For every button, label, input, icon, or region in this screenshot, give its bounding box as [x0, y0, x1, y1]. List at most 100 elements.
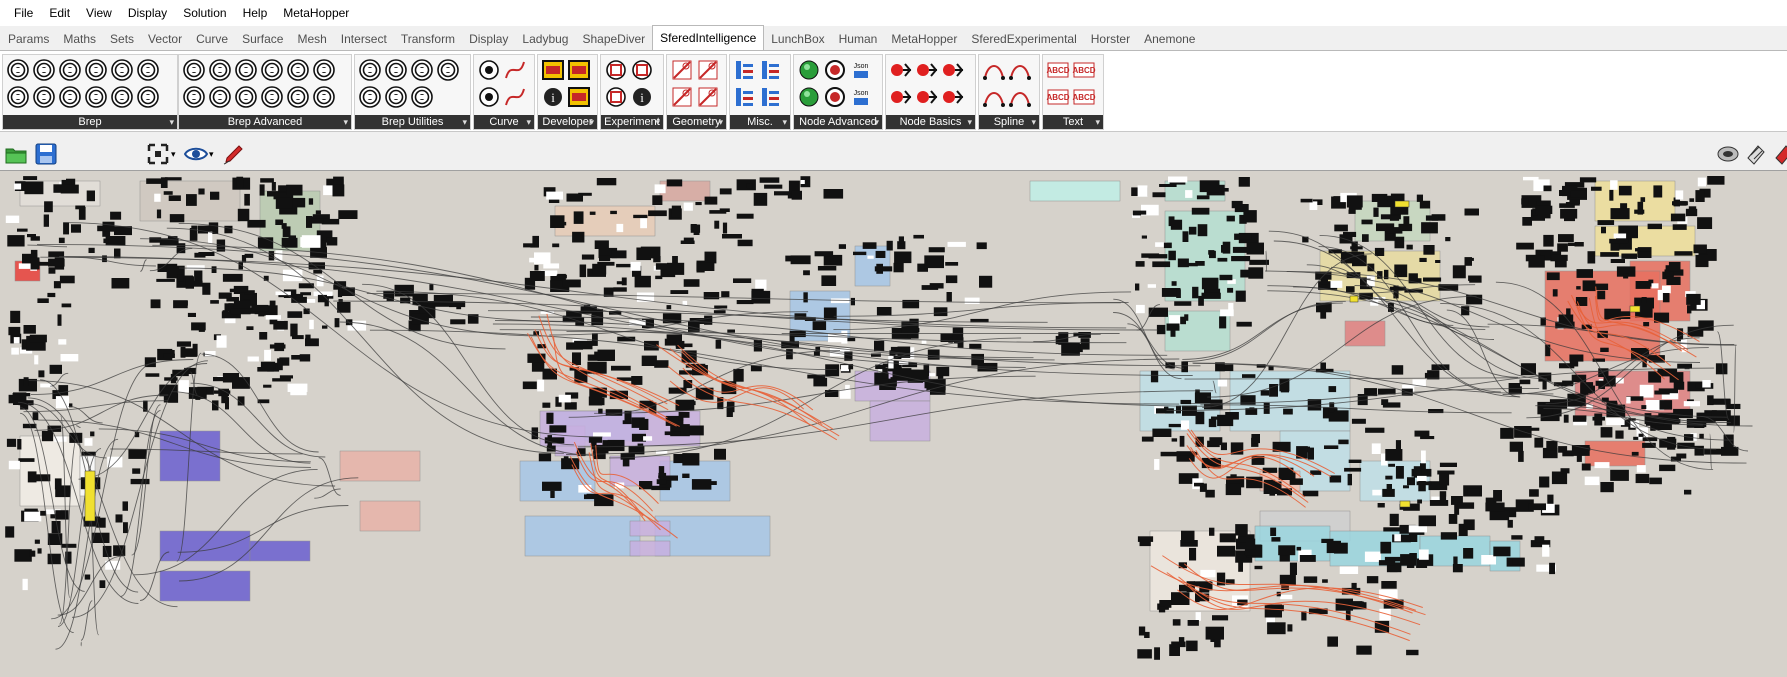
- component-node[interactable]: [979, 275, 993, 288]
- component-node[interactable]: [23, 325, 36, 334]
- component-node[interactable]: [1609, 189, 1614, 201]
- component-node[interactable]: [1132, 210, 1142, 216]
- component-node[interactable]: [111, 278, 130, 289]
- component-node[interactable]: [222, 273, 243, 282]
- canvas-drawing[interactable]: [0, 171, 1787, 677]
- component-node[interactable]: [1232, 246, 1250, 253]
- component-node[interactable]: [71, 224, 81, 233]
- menu-help[interactable]: Help: [235, 0, 276, 26]
- component-node[interactable]: [1322, 579, 1328, 583]
- component-node[interactable]: [764, 184, 783, 189]
- component-node[interactable]: [876, 307, 892, 316]
- component-node[interactable]: [1181, 530, 1195, 543]
- component-node[interactable]: [542, 402, 551, 408]
- component-node[interactable]: [1610, 469, 1629, 481]
- component-node[interactable]: [1595, 283, 1609, 290]
- component-node[interactable]: [1659, 400, 1673, 410]
- spline-component-icon[interactable]: [1008, 85, 1032, 109]
- component-node[interactable]: [733, 368, 744, 382]
- component-node[interactable]: [1539, 476, 1550, 488]
- component-node[interactable]: [593, 432, 611, 437]
- component-node[interactable]: [1406, 649, 1419, 656]
- component-node[interactable]: [1141, 436, 1154, 442]
- text-component-icon[interactable]: ABCD: [1046, 58, 1070, 82]
- component-node[interactable]: [1618, 185, 1632, 196]
- component-node[interactable]: [30, 257, 40, 270]
- component-node[interactable]: [1205, 489, 1215, 498]
- component-node[interactable]: [682, 473, 690, 478]
- component-node[interactable]: [1320, 279, 1329, 285]
- component-node[interactable]: [1140, 210, 1147, 215]
- component-node[interactable]: [145, 373, 160, 377]
- component-node[interactable]: [736, 213, 754, 219]
- component-node[interactable]: [589, 211, 596, 215]
- component-node[interactable]: [1251, 434, 1260, 444]
- component-node[interactable]: [163, 191, 173, 195]
- component-node[interactable]: [1136, 304, 1145, 314]
- component-node[interactable]: [1571, 374, 1587, 383]
- component-node[interactable]: [1662, 293, 1670, 303]
- tab-transform[interactable]: Transform: [394, 28, 462, 50]
- component-node[interactable]: [759, 177, 780, 183]
- component-node[interactable]: [1567, 242, 1576, 246]
- component-node[interactable]: [29, 550, 36, 557]
- component-node[interactable]: [1534, 536, 1545, 543]
- ribbon-group-label[interactable]: Geometry: [667, 115, 726, 129]
- component-node[interactable]: [1528, 503, 1546, 511]
- basic-component-icon[interactable]: [915, 85, 939, 109]
- spiral-component-icon[interactable]: [260, 58, 284, 82]
- component-node[interactable]: [969, 343, 982, 349]
- misc-component-icon[interactable]: [733, 85, 757, 109]
- component-node[interactable]: [1348, 209, 1356, 214]
- menu-file[interactable]: File: [0, 0, 41, 26]
- component-node[interactable]: [260, 178, 274, 183]
- component-node[interactable]: [1559, 203, 1575, 208]
- component-node[interactable]: [1191, 207, 1210, 215]
- component-node[interactable]: [63, 222, 69, 235]
- component-node[interactable]: [156, 209, 162, 219]
- spiral-component-icon[interactable]: [234, 85, 258, 109]
- component-node[interactable]: [173, 300, 188, 309]
- component-node[interactable]: [1467, 488, 1480, 496]
- component-node[interactable]: [1267, 622, 1286, 635]
- spiral-component-icon[interactable]: [286, 58, 310, 82]
- component-node[interactable]: [1228, 303, 1234, 315]
- component-node[interactable]: [1168, 250, 1176, 261]
- component-node[interactable]: [287, 311, 303, 318]
- component-node[interactable]: [102, 221, 115, 232]
- component-node[interactable]: [791, 190, 802, 200]
- component-node[interactable]: [236, 176, 244, 188]
- component-node[interactable]: [1715, 363, 1728, 375]
- component-node[interactable]: [1419, 257, 1427, 262]
- component-node[interactable]: [1581, 463, 1591, 471]
- component-node[interactable]: [188, 387, 207, 399]
- component-node[interactable]: [1374, 247, 1385, 256]
- component-node[interactable]: [1416, 194, 1423, 202]
- menu-edit[interactable]: Edit: [41, 0, 78, 26]
- component-node[interactable]: [1560, 208, 1578, 219]
- component-node[interactable]: [534, 264, 539, 271]
- component-node[interactable]: [1587, 251, 1596, 264]
- component-node[interactable]: [893, 262, 904, 273]
- spiral-component-icon[interactable]: [260, 85, 284, 109]
- tab-vector[interactable]: Vector: [141, 28, 189, 50]
- component-node[interactable]: [1141, 235, 1147, 239]
- component-node[interactable]: [1615, 430, 1624, 439]
- component-node[interactable]: [1518, 450, 1524, 462]
- component-node[interactable]: [634, 275, 651, 288]
- component-node[interactable]: [58, 339, 67, 345]
- exp-component-icon[interactable]: [604, 85, 628, 109]
- component-node[interactable]: [1507, 519, 1513, 528]
- component-node[interactable]: [1270, 527, 1277, 536]
- component-node[interactable]: [667, 262, 685, 275]
- component-node[interactable]: [229, 288, 248, 293]
- component-node[interactable]: [1154, 647, 1160, 660]
- component-node[interactable]: [1711, 410, 1731, 422]
- ribbon-group-label[interactable]: Brep Advanced: [179, 115, 351, 129]
- component-node[interactable]: [1346, 286, 1355, 293]
- component-node[interactable]: [1378, 589, 1398, 600]
- component-node[interactable]: [556, 274, 567, 279]
- component-node[interactable]: [529, 271, 545, 281]
- component-node[interactable]: [1489, 510, 1510, 521]
- component-node[interactable]: [1689, 198, 1695, 202]
